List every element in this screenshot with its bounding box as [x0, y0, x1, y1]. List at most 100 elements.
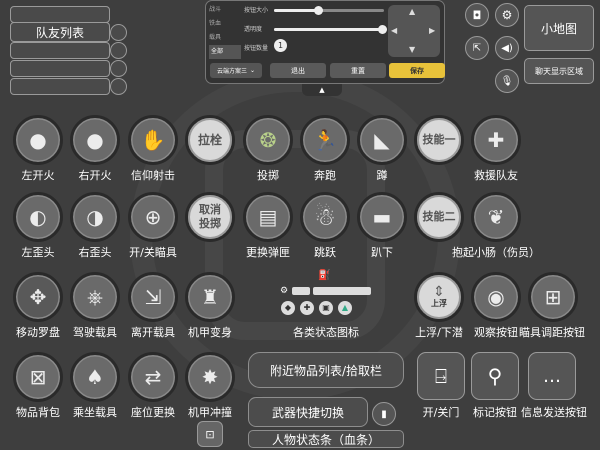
pull-bolt-text: 拉栓 — [197, 132, 222, 147]
slider-size-thumb[interactable] — [314, 6, 323, 15]
team-member-slot-1[interactable] — [10, 42, 110, 59]
ammo-button[interactable]: ▮ — [372, 402, 396, 426]
lean-right-icon: ◑ — [86, 205, 104, 229]
tab-list: 战斗 铁血 载具 全部 — [209, 3, 241, 59]
crouch-button[interactable]: ◣ — [357, 115, 407, 165]
backpack-button[interactable]: ⊠ — [13, 352, 63, 402]
cancel-throw-button[interactable]: 取消 投掷 — [185, 192, 235, 242]
fire-right-button[interactable]: ● — [70, 115, 120, 165]
reload-button[interactable]: ▤ — [243, 192, 293, 242]
skill-one-button[interactable]: 技能一 — [414, 115, 464, 165]
exit-button[interactable]: 退出 — [270, 63, 326, 78]
collapse-tab[interactable]: ▲ — [302, 84, 342, 96]
reset-button[interactable]: 重置 — [330, 63, 386, 78]
drive-vehicle-button[interactable]: ⎈ — [70, 272, 120, 322]
settings-gear-button[interactable]: ⚙ — [495, 3, 519, 27]
run-label: 奔跑 — [314, 169, 336, 182]
arrow-up-icon[interactable]: ▲ — [409, 7, 415, 16]
mech-charge-icon: ✸ — [201, 365, 219, 389]
camera-button[interactable]: ◘ — [465, 3, 489, 27]
mech-transform-label: 机甲变身 — [188, 326, 232, 339]
chat-display-label: 聊天显示区域 — [535, 66, 583, 76]
status-icons-label: 各类状态图标 — [293, 326, 359, 339]
scheme-select[interactable]: 云端方案三 ⌄ — [210, 63, 262, 78]
chat-bubble-icon: … — [543, 365, 561, 387]
carry-wounded-button[interactable]: ❦ — [471, 192, 521, 242]
slider-opacity-thumb[interactable] — [377, 25, 387, 34]
jump-label: 跳跃 — [314, 246, 336, 259]
swim-icon: ⇕ — [433, 284, 445, 300]
slider-size-label: 按钮大小 — [244, 7, 269, 14]
slider-size-track[interactable] — [274, 6, 384, 15]
fire-left-button[interactable]: ● — [13, 115, 63, 165]
seat-change-button[interactable]: ⇄ — [128, 352, 178, 402]
reload-label: 更换弹匣 — [246, 246, 290, 259]
faith-shoot-button[interactable]: ✋ — [128, 115, 178, 165]
bag-quick-button[interactable]: ⊡ — [197, 421, 223, 447]
arrow-down-icon[interactable]: ▼ — [409, 45, 415, 54]
nearby-items-panel[interactable]: 附近物品列表/拾取栏 — [248, 352, 404, 388]
tab-combat[interactable]: 战斗 — [209, 3, 241, 17]
run-button[interactable]: 🏃 — [300, 115, 350, 165]
lean-right-button[interactable]: ◑ — [70, 192, 120, 242]
float-dive-button[interactable]: ⇕ 上浮 — [414, 272, 464, 322]
seat-icon: ♠ — [86, 365, 104, 389]
send-message-button[interactable]: … — [528, 352, 576, 400]
ride-vehicle-button[interactable]: ♠ — [70, 352, 120, 402]
rescue-label: 救援队友 — [474, 169, 518, 182]
save-button[interactable]: 保存 — [389, 63, 445, 78]
team-member-slot-3[interactable] — [10, 78, 110, 95]
seat-change-icon: ⇄ — [144, 365, 162, 389]
lean-left-label: 左歪头 — [21, 246, 55, 259]
pull-bolt-button[interactable]: 拉栓 — [185, 115, 235, 165]
exit-door-icon: ⇱ — [472, 42, 482, 54]
arrow-left-icon[interactable]: ◀ — [391, 26, 397, 35]
collapse-arrow-icon: ▲ — [319, 86, 325, 94]
throw-button[interactable]: ❂ — [243, 115, 293, 165]
mech-charge-button[interactable]: ✸ — [185, 352, 235, 402]
shield-icon: ◆ — [281, 301, 295, 315]
dpad[interactable]: ▲ ▼ ◀ ▶ — [388, 5, 440, 57]
status-bar-2 — [313, 287, 371, 295]
rescue-button[interactable]: ✚ — [471, 115, 521, 165]
health-icon: ✚ — [300, 301, 314, 315]
backpack-label: 物品背包 — [16, 406, 60, 419]
mark-button[interactable]: ⚲ — [471, 352, 519, 400]
tab-all[interactable]: 全部 — [209, 45, 241, 59]
location-pin-icon: ⚲ — [487, 364, 503, 388]
door-icon: ⍈ — [435, 364, 447, 388]
tab-iron[interactable]: 铁血 — [209, 17, 241, 31]
button-count-value[interactable]: 1 — [274, 39, 287, 52]
skill-two-button[interactable]: 技能二 — [414, 192, 464, 242]
scope-toggle-button[interactable]: ⊕ — [128, 192, 178, 242]
mech-transform-button[interactable]: ♜ — [185, 272, 235, 322]
exit-game-button[interactable]: ⇱ — [465, 36, 489, 60]
team-member-slot-2[interactable] — [10, 60, 110, 77]
arrow-right-icon[interactable]: ▶ — [429, 26, 435, 35]
prone-button[interactable]: ▬ — [357, 192, 407, 242]
door-button[interactable]: ⍈ — [417, 352, 465, 400]
microphone-button[interactable]: 🎙 — [495, 69, 519, 93]
scope-adjust-button[interactable]: ⊞ — [528, 272, 578, 322]
slider-opacity-track[interactable] — [274, 25, 387, 34]
jump-button[interactable]: ☃ — [300, 192, 350, 242]
ride-vehicle-label: 乘坐载具 — [73, 406, 117, 419]
observe-button[interactable]: ◉ — [471, 272, 521, 322]
minimap[interactable]: 小地图 — [524, 5, 594, 51]
vehicle-status-icon: ⚙ — [280, 286, 289, 296]
movement-compass-button[interactable]: ✥ — [13, 272, 63, 322]
leave-vehicle-button[interactable]: ⇲ — [128, 272, 178, 322]
fuel-icon: ⛽ — [318, 270, 331, 281]
throw-label: 投掷 — [257, 169, 279, 182]
gear-icon: ⚙ — [501, 8, 513, 22]
ammo-icon: ▮ — [381, 408, 387, 420]
tab-vehicle[interactable]: 载具 — [209, 31, 241, 45]
speaker-button[interactable]: ◀) — [495, 36, 519, 60]
movement-compass-label: 移动罗盘 — [16, 326, 60, 339]
team-list-header[interactable]: 队友列表 — [10, 22, 110, 42]
scope-adjust-icon: ⊞ — [544, 285, 562, 309]
weapon-quick-switch[interactable]: 武器快捷切换 — [248, 397, 368, 427]
lean-left-button[interactable]: ◐ — [13, 192, 63, 242]
cancel-throw-text: 取消 投掷 — [199, 203, 221, 230]
scheme-select-value: 云端方案三 — [216, 68, 247, 75]
